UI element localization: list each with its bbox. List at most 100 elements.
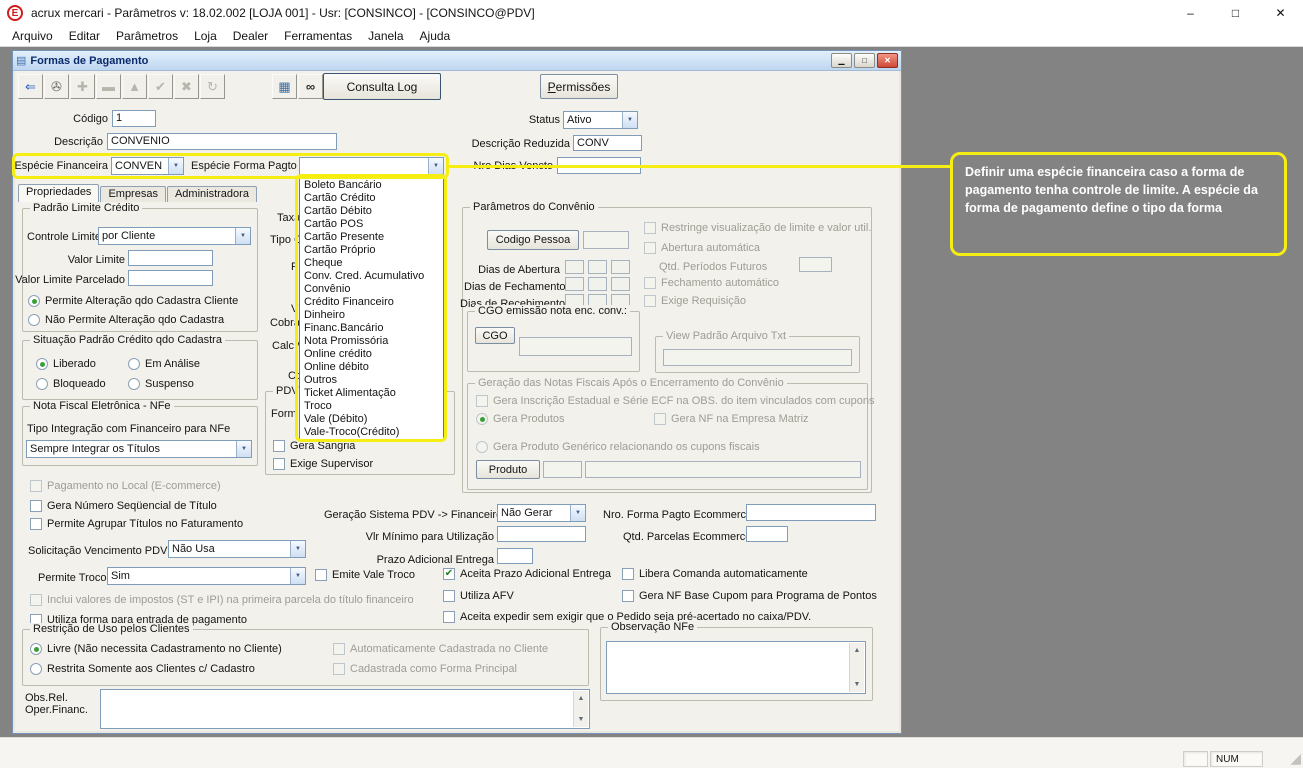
checkbox-aceita-prazo[interactable]: Aceita Prazo Adicional Entrega <box>443 568 611 580</box>
scroll-up-icon[interactable]: ▲ <box>854 644 861 657</box>
dropdown-option[interactable]: Conv. Cred. Acumulativo <box>300 270 443 283</box>
dropdown-option[interactable]: Crédito Financeiro <box>300 296 443 309</box>
refresh-icon[interactable]: ↻ <box>200 74 225 99</box>
checkbox-exige-requisicao[interactable]: Exige Requisição <box>644 295 746 307</box>
dropdown-option[interactable]: Cartão Débito <box>300 205 443 218</box>
tab-empresas[interactable]: Empresas <box>100 186 166 202</box>
codigo-pessoa-field[interactable] <box>583 231 629 249</box>
menu-dealer[interactable]: Dealer <box>225 26 276 46</box>
checkbox-permite-agrupar[interactable]: Permite Agrupar Títulos no Faturamento <box>30 518 243 530</box>
valor-limite-parcelado-field[interactable] <box>128 270 213 286</box>
valor-limite-field[interactable] <box>128 250 213 266</box>
dropdown-option[interactable]: Ticket Alimentação <box>300 387 443 400</box>
scrollbar[interactable]: ▲▼ <box>849 643 864 692</box>
dropdown-option[interactable]: Financ.Bancário <box>300 322 443 335</box>
chevron-down-icon[interactable]: ▼ <box>570 505 585 521</box>
radio-permite-alteracao[interactable]: Permite Alteração qdo Cadastra Cliente <box>28 295 238 307</box>
dropdown-option[interactable]: Cartão Próprio <box>300 244 443 257</box>
maximize-button[interactable]: □ <box>1213 0 1258 26</box>
dropdown-option[interactable]: Outros <box>300 374 443 387</box>
tab-administradora[interactable]: Administradora <box>167 186 257 202</box>
dropdown-option[interactable]: Vale (Débito) <box>300 413 443 426</box>
dias-abertura-field-3[interactable] <box>611 260 630 274</box>
qtd-parcelas-field[interactable] <box>746 526 788 542</box>
resize-grip[interactable]: ◢ <box>1290 750 1301 767</box>
produto-codigo-field[interactable] <box>543 461 582 478</box>
dropdown-option[interactable]: Convênio <box>300 283 443 296</box>
scroll-down-icon[interactable]: ▼ <box>854 678 861 691</box>
consulta-log-button[interactable]: Consulta Log <box>323 73 441 100</box>
checkbox-gera-numero-sequencial[interactable]: Gera Número Seqüencial de Título <box>30 500 217 512</box>
vlr-minimo-field[interactable] <box>497 526 586 542</box>
tab-propriedades[interactable]: Propriedades <box>18 184 99 202</box>
dropdown-option[interactable]: Cheque <box>300 257 443 270</box>
cancel-icon[interactable]: ✖ <box>174 74 199 99</box>
chevron-down-icon[interactable]: ▼ <box>290 568 305 584</box>
checkbox-fechamento-automatico[interactable]: Fechamento automático <box>644 277 779 289</box>
checkbox-inclui-impostos[interactable]: Inclui valores de impostos (ST e IPI) na… <box>30 594 414 606</box>
minimize-button[interactable]: – <box>1168 0 1213 26</box>
confirm-icon[interactable]: ✔ <box>148 74 173 99</box>
dropdown-option[interactable]: Dinheiro <box>300 309 443 322</box>
chevron-down-icon[interactable]: ▼ <box>622 112 637 128</box>
dias-abertura-field-2[interactable] <box>588 260 607 274</box>
checkbox-exige-supervisor[interactable]: Exige Supervisor <box>273 458 373 470</box>
add-icon[interactable]: ✚ <box>70 74 95 99</box>
dropdown-option[interactable]: Cartão Crédito <box>300 192 443 205</box>
obs-rel-textarea[interactable]: ▲▼ <box>100 689 590 729</box>
view-padrao-field[interactable] <box>663 349 852 366</box>
checkbox-gera-sangria[interactable]: Gera Sangria <box>273 440 355 452</box>
radio-gera-produtos[interactable]: Gera Produtos <box>476 413 565 425</box>
nro-forma-ecommerce-field[interactable] <box>746 504 876 521</box>
checkbox-gera-inscricao[interactable]: Gera Inscrição Estadual e Série ECF na O… <box>476 395 875 407</box>
exit-icon[interactable]: ⇐ <box>18 74 43 99</box>
edit-icon[interactable]: ▲ <box>122 74 147 99</box>
child-minimize-button[interactable]: ▁ <box>831 53 852 68</box>
binoculars-icon[interactable]: ∞ <box>298 74 323 99</box>
tipo-integracao-combo[interactable]: Sempre Integrar os Títulos▼ <box>26 440 252 458</box>
delete-icon[interactable]: ▬ <box>96 74 121 99</box>
codigo-pessoa-button[interactable]: Codigo Pessoa <box>487 230 579 250</box>
radio-restrita[interactable]: Restrita Somente aos Clientes c/ Cadastr… <box>30 663 255 675</box>
dropdown-option[interactable]: Nota Promissória <box>300 335 443 348</box>
radio-livre[interactable]: Livre (Não necessita Cadastramento no Cl… <box>30 643 282 655</box>
menu-janela[interactable]: Janela <box>360 26 411 46</box>
scroll-up-icon[interactable]: ▲ <box>578 692 585 705</box>
chevron-down-icon[interactable]: ▼ <box>236 441 251 457</box>
dropdown-option[interactable]: Online débito <box>300 361 443 374</box>
cgo-field[interactable] <box>519 337 632 356</box>
controle-limite-combo[interactable]: por Cliente▼ <box>98 227 251 245</box>
checkbox-restringe-visualizacao[interactable]: Restringe visualização de limite e valor… <box>644 222 871 234</box>
dias-fechamento-field-2[interactable] <box>588 277 607 291</box>
scrollbar[interactable]: ▲▼ <box>573 691 588 727</box>
status-combo[interactable]: Ativo▼ <box>563 111 638 129</box>
checkbox-pagamento-local[interactable]: Pagamento no Local (E-commerce) <box>30 480 221 492</box>
attach-icon[interactable]: ✇ <box>44 74 69 99</box>
prazo-adicional-field[interactable] <box>497 548 533 564</box>
checkbox-auto-cadastrada[interactable]: Automaticamente Cadastrada no Cliente <box>333 643 548 655</box>
especie-forma-pagto-combo[interactable]: ▼ <box>299 157 444 175</box>
child-close-button[interactable]: ✕ <box>877 53 898 68</box>
descricao-reduzida-field[interactable]: CONV <box>573 135 642 151</box>
grid-icon[interactable]: ▦ <box>272 74 297 99</box>
qtd-periodos-futuros-field[interactable] <box>799 257 832 272</box>
produto-button[interactable]: Produto <box>476 460 540 479</box>
child-restore-button[interactable]: □ <box>854 53 875 68</box>
radio-nao-permite-alteracao[interactable]: Não Permite Alteração qdo Cadastra <box>28 314 224 326</box>
dropdown-option[interactable]: Cartão Presente <box>300 231 443 244</box>
scroll-down-icon[interactable]: ▼ <box>578 713 585 726</box>
radio-bloqueado[interactable]: Bloqueado <box>36 378 106 390</box>
menu-editar[interactable]: Editar <box>61 26 108 46</box>
codigo-field[interactable]: 1 <box>112 110 156 127</box>
chevron-down-icon[interactable]: ▼ <box>428 158 443 174</box>
dias-fechamento-field-3[interactable] <box>611 277 630 291</box>
checkbox-forma-principal[interactable]: Cadastrada como Forma Principal <box>333 663 517 675</box>
solicitacao-vencimento-combo[interactable]: Não Usa▼ <box>168 540 306 558</box>
dropdown-option[interactable]: Cartão POS <box>300 218 443 231</box>
menu-ajuda[interactable]: Ajuda <box>412 26 459 46</box>
menu-ferramentas[interactable]: Ferramentas <box>276 26 360 46</box>
child-titlebar[interactable]: ▤ Formas de Pagamento ▁ □ ✕ <box>13 51 901 71</box>
dropdown-option[interactable]: Online crédito <box>300 348 443 361</box>
cgo-button[interactable]: CGO <box>475 327 515 344</box>
checkbox-utiliza-afv[interactable]: Utiliza AFV <box>443 590 514 602</box>
